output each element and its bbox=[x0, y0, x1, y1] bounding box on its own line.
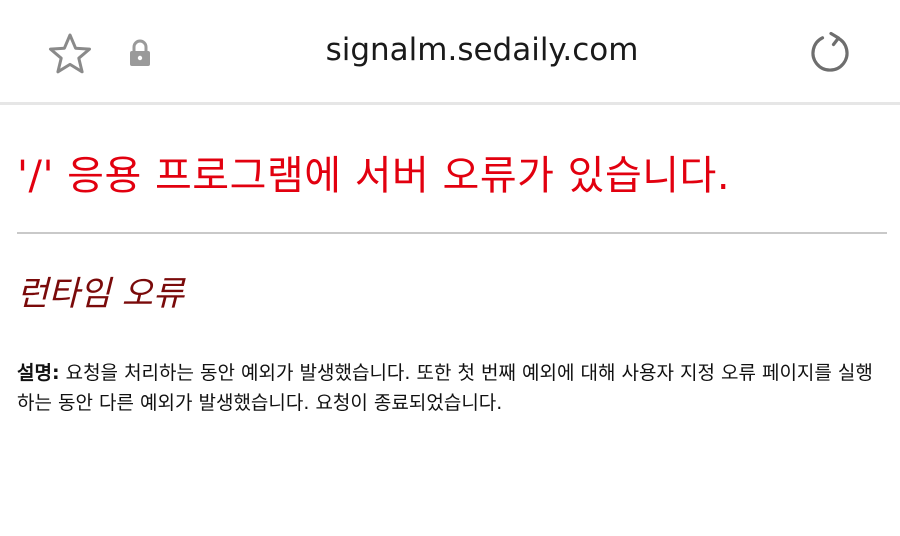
error-page-content: '/' 응용 프로그램에 서버 오류가 있습니다. 런타임 오류 설명: 요청을… bbox=[17, 140, 887, 418]
address-bar-url[interactable]: signalm.sedaily.com bbox=[0, 32, 900, 68]
reload-icon[interactable] bbox=[805, 28, 855, 78]
horizontal-rule bbox=[17, 232, 887, 234]
error-title: '/' 응용 프로그램에 서버 오류가 있습니다. bbox=[17, 153, 731, 199]
description-text: 요청을 처리하는 동안 예외가 발생했습니다. 또한 첫 번째 예외에 대해 사… bbox=[17, 362, 873, 414]
runtime-error-heading: 런타임 오류 bbox=[17, 274, 185, 314]
toolbar-divider bbox=[0, 102, 900, 105]
error-description: 설명: 요청을 처리하는 동안 예외가 발생했습니다. 또한 첫 번째 예외에 … bbox=[17, 358, 887, 418]
browser-toolbar: signalm.sedaily.com bbox=[0, 0, 900, 102]
description-label: 설명: bbox=[17, 362, 60, 384]
